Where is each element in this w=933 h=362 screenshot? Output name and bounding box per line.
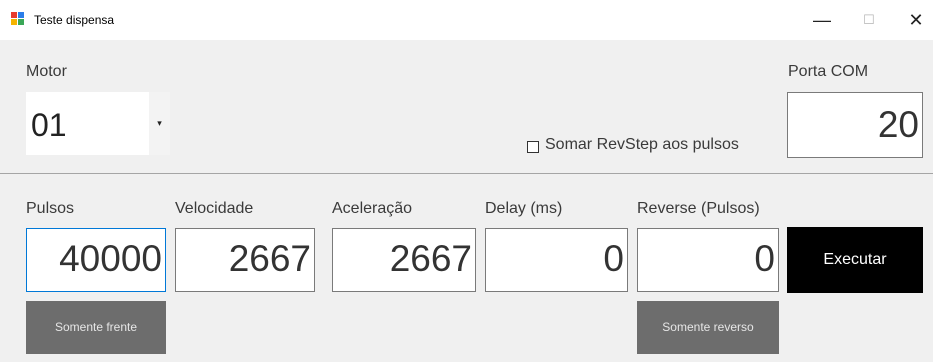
somente-reverso-button[interactable]: Somente reverso [637,301,779,354]
somar-revstep-checkbox[interactable] [527,141,539,153]
aceleracao-label: Aceleração [332,200,413,217]
window-title: Teste dispensa [34,13,115,27]
pulsos-label: Pulsos [26,200,75,217]
app-icon [11,12,25,26]
reverse-input[interactable]: 0 [637,228,779,292]
motor-label: Motor [26,63,67,80]
pulsos-input[interactable]: 40000 [26,228,166,292]
aceleracao-input[interactable]: 2667 [332,228,476,292]
delay-input[interactable]: 0 [485,228,628,292]
reverse-label: Reverse (Pulsos) [637,200,760,217]
velocidade-label: Velocidade [175,200,254,217]
minimize-button[interactable]: — [807,6,837,34]
maximize-button[interactable]: ☐ [854,6,884,34]
somente-frente-button[interactable]: Somente frente [26,301,166,354]
title-bar: Teste dispensa — ☐ ✕ [0,0,933,40]
velocidade-input[interactable]: 2667 [175,228,315,292]
porta-com-input[interactable]: 20 [787,92,923,158]
close-button[interactable]: ✕ [901,6,931,34]
delay-label: Delay (ms) [485,200,563,217]
porta-com-label: Porta COM [788,63,869,80]
chevron-down-icon[interactable]: ▾ [149,92,170,155]
motor-select-value: 01 [31,107,67,143]
motor-select[interactable]: 01 ▾ [26,92,170,155]
somar-revstep-label[interactable]: Somar RevStep aos pulsos [545,136,739,154]
executar-button[interactable]: Executar [787,227,923,293]
